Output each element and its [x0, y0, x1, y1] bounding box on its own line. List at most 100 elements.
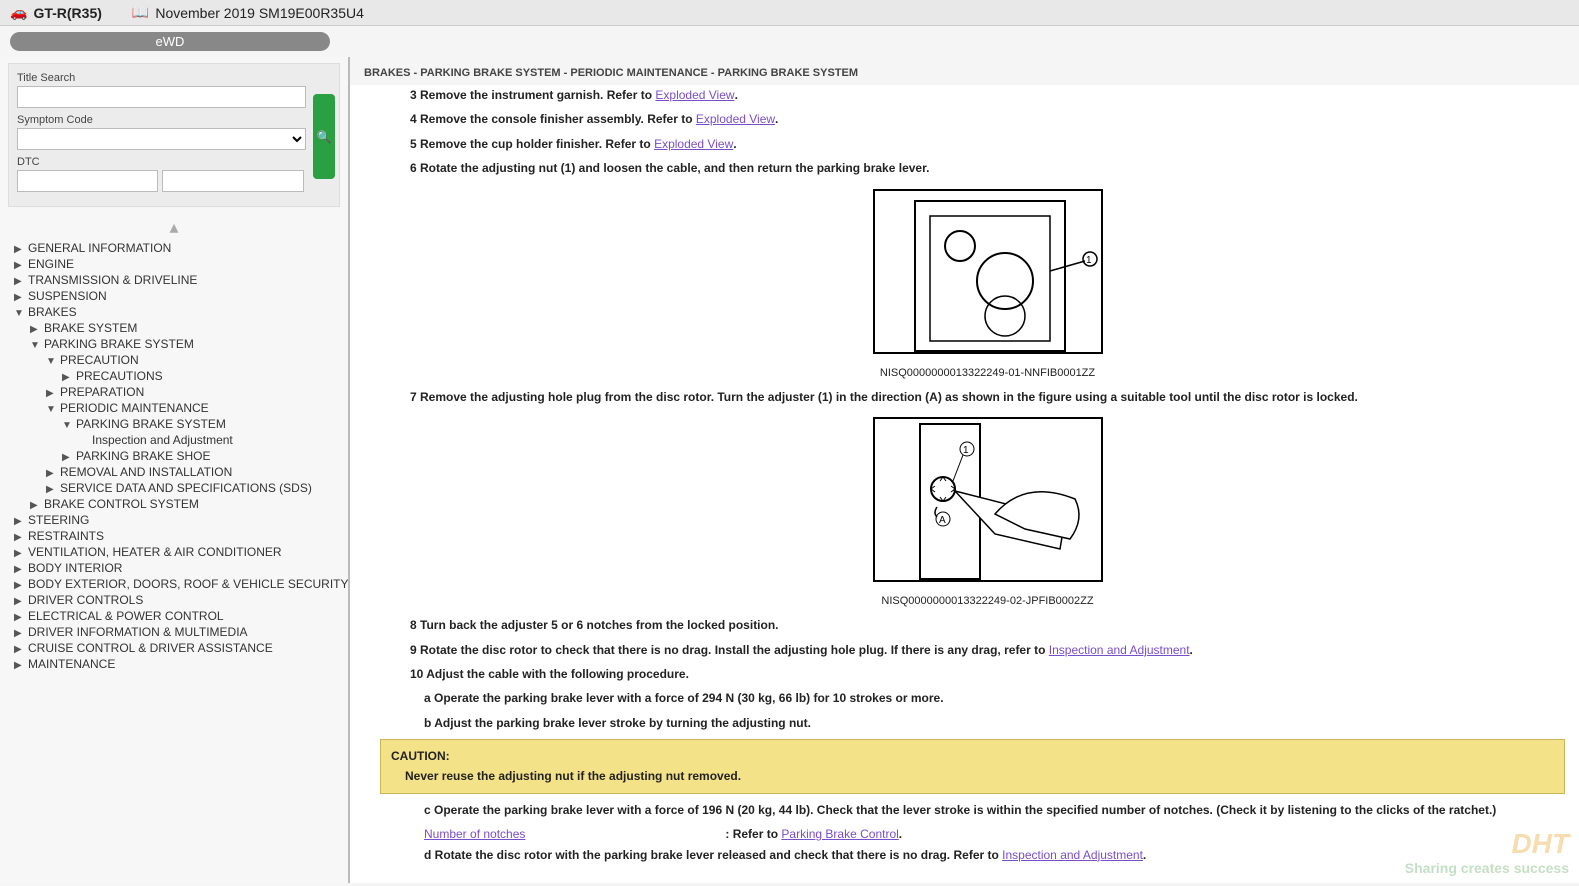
vehicle-info: 🚗 GT-R(R35) — [10, 4, 102, 21]
nav-item[interactable]: ▶SUSPENSION — [14, 288, 340, 304]
nav-item[interactable]: ▼BRAKES — [14, 304, 340, 320]
chevron-right-icon: ▶ — [14, 548, 28, 559]
scroll-down-icon[interactable]: ▾ — [410, 869, 1565, 883]
nav-item-label: DRIVER CONTROLS — [28, 593, 143, 607]
chevron-down-icon: ▼ — [62, 420, 76, 431]
nav-item[interactable]: ▶STEERING — [14, 512, 340, 528]
nav-item-label: Inspection and Adjustment — [92, 433, 233, 447]
chevron-right-icon: ▶ — [14, 292, 28, 303]
step-10b-text: b Adjust the parking brake lever stroke … — [424, 716, 811, 730]
nav-item-label: PARKING BRAKE SYSTEM — [44, 337, 194, 351]
step-5-text: 5 Remove the cup holder finisher. Refer … — [410, 137, 654, 151]
exploded-view-link-1[interactable]: Exploded View — [655, 88, 734, 102]
chevron-right-icon: ▶ — [46, 484, 60, 495]
nav-item-label: PARKING BRAKE SHOE — [76, 449, 210, 463]
nav-item-label: MAINTENANCE — [28, 657, 115, 671]
svg-text:1: 1 — [1086, 255, 1092, 266]
nav-item[interactable]: ▶VENTILATION, HEATER & AIR CONDITIONER — [14, 544, 340, 560]
title-search-label: Title Search — [17, 72, 331, 84]
nav-item-label: PREPARATION — [60, 385, 144, 399]
chevron-down-icon: ▼ — [46, 404, 60, 415]
nav-item[interactable]: ▶DRIVER CONTROLS — [14, 592, 340, 608]
breadcrumb: BRAKES - PARKING BRAKE SYSTEM - PERIODIC… — [350, 57, 1579, 85]
nav-item-label: BRAKE CONTROL SYSTEM — [44, 497, 199, 511]
exploded-view-link-2[interactable]: Exploded View — [696, 112, 775, 126]
nav-item[interactable]: ▶CRUISE CONTROL & DRIVER ASSISTANCE — [14, 640, 340, 656]
nav-item[interactable]: ▼PRECAUTION — [14, 352, 340, 368]
caution-box: CAUTION: Never reuse the adjusting nut i… — [380, 739, 1565, 794]
step-8-text: 8 Turn back the adjuster 5 or 6 notches … — [410, 618, 779, 632]
chevron-down-icon: ▼ — [14, 308, 28, 319]
nav-item[interactable]: ▼PARKING BRAKE SYSTEM — [14, 336, 340, 352]
ewd-button[interactable]: eWD — [10, 32, 330, 51]
nav-item[interactable]: ▶BODY INTERIOR — [14, 560, 340, 576]
car-icon: 🚗 — [10, 4, 27, 21]
nav-item-label: PRECAUTION — [60, 353, 139, 367]
symptom-code-select[interactable] — [17, 128, 306, 150]
nav-item[interactable]: ▶BODY EXTERIOR, DOORS, ROOF & VEHICLE SE… — [14, 576, 340, 592]
nav-item[interactable]: ▼PARKING BRAKE SYSTEM — [14, 416, 340, 432]
document-info: 📖 November 2019 SM19E00R35U4 — [132, 4, 364, 21]
nav-item[interactable]: ▶SERVICE DATA AND SPECIFICATIONS (SDS) — [14, 480, 340, 496]
nav-item-label: REMOVAL AND INSTALLATION — [60, 465, 232, 479]
nav-item[interactable]: ▶PARKING BRAKE SHOE — [14, 448, 340, 464]
nav-item[interactable]: ▶GENERAL INFORMATION — [14, 240, 340, 256]
nav-item-label: PARKING BRAKE SYSTEM — [76, 417, 226, 431]
nav-item[interactable]: ▶RESTRAINTS — [14, 528, 340, 544]
chevron-right-icon: ▶ — [14, 564, 28, 575]
chevron-right-icon: ▶ — [14, 644, 28, 655]
chevron-right-icon: ▶ — [14, 612, 28, 623]
chevron-right-icon: ▶ — [14, 532, 28, 543]
nav-item-label: TRANSMISSION & DRIVELINE — [28, 273, 197, 287]
nav-item[interactable]: ▶PRECAUTIONS — [14, 368, 340, 384]
nav-item[interactable]: ▶ELECTRICAL & POWER CONTROL — [14, 608, 340, 624]
number-of-notches-link[interactable]: Number of notches — [424, 824, 525, 844]
vehicle-name: GT-R(R35) — [33, 5, 101, 21]
svg-text:A: A — [939, 515, 946, 526]
dtc-label: DTC — [17, 156, 331, 168]
exploded-view-link-3[interactable]: Exploded View — [654, 137, 733, 151]
nav-item-label: RESTRAINTS — [28, 529, 104, 543]
nav-item[interactable]: ▶DRIVER INFORMATION & MULTIMEDIA — [14, 624, 340, 640]
dtc-input-1[interactable] — [17, 170, 158, 192]
nav-item-label: SUSPENSION — [28, 289, 107, 303]
nav-item[interactable]: ▶ENGINE — [14, 256, 340, 272]
chevron-right-icon: ▶ — [14, 244, 28, 255]
nav-item[interactable]: Inspection and Adjustment — [14, 432, 340, 448]
nav-item[interactable]: ▶REMOVAL AND INSTALLATION — [14, 464, 340, 480]
search-icon: 🔍 — [317, 130, 332, 144]
nav-item[interactable]: ▶TRANSMISSION & DRIVELINE — [14, 272, 340, 288]
search-button[interactable]: 🔍 — [313, 94, 335, 179]
parking-brake-control-link[interactable]: Parking Brake Control — [781, 827, 898, 841]
step-4-text: 4 Remove the console finisher assembly. … — [410, 112, 696, 126]
inspection-link-2[interactable]: Inspection and Adjustment — [1002, 848, 1143, 862]
nav-item[interactable]: ▶MAINTENANCE — [14, 656, 340, 672]
nav-item-label: STEERING — [28, 513, 89, 527]
figure-1-image: 1 — [873, 189, 1103, 354]
nav-item[interactable]: ▶BRAKE CONTROL SYSTEM — [14, 496, 340, 512]
chevron-right-icon: ▶ — [30, 500, 44, 511]
nav-item-label: ELECTRICAL & POWER CONTROL — [28, 609, 224, 623]
nav-item-label: BRAKE SYSTEM — [44, 321, 137, 335]
chevron-right-icon: ▶ — [14, 516, 28, 527]
figure-2-caption: NISQ0000000013322249-02-JPFIB0002ZZ — [410, 592, 1565, 611]
nav-item-label: BRAKES — [28, 305, 77, 319]
document-title: November 2019 SM19E00R35U4 — [155, 5, 364, 21]
nav-item[interactable]: ▶BRAKE SYSTEM — [14, 320, 340, 336]
chevron-right-icon: ▶ — [46, 388, 60, 399]
collapse-handle[interactable]: ▴ — [8, 215, 340, 240]
nav-tree: ▶GENERAL INFORMATION▶ENGINE▶TRANSMISSION… — [8, 240, 340, 672]
refer-to-text: : Refer to — [725, 827, 781, 841]
nav-item-label: VENTILATION, HEATER & AIR CONDITIONER — [28, 545, 282, 559]
book-icon: 📖 — [132, 4, 149, 21]
nav-item-label: BODY INTERIOR — [28, 561, 122, 575]
inspection-link-1[interactable]: Inspection and Adjustment — [1049, 643, 1190, 657]
title-search-input[interactable] — [17, 86, 306, 108]
step-10d-text: d Rotate the disc rotor with the parking… — [424, 848, 1002, 862]
dtc-input-2[interactable] — [162, 170, 303, 192]
svg-text:1: 1 — [963, 445, 969, 456]
nav-item[interactable]: ▶PREPARATION — [14, 384, 340, 400]
nav-item[interactable]: ▼PERIODIC MAINTENANCE — [14, 400, 340, 416]
figure-2-image: 1 A — [873, 417, 1103, 582]
chevron-right-icon: ▶ — [62, 452, 76, 463]
